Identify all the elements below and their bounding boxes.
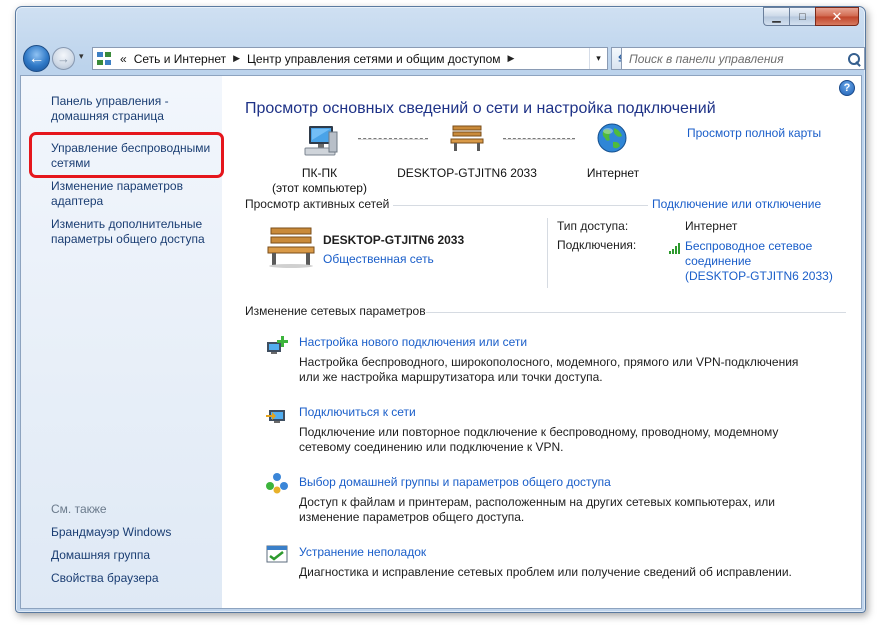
help-icon[interactable]: ? — [839, 80, 855, 96]
search-box[interactable] — [621, 47, 865, 70]
breadcrumb-separator-icon[interactable]: ▶ — [233, 53, 240, 64]
active-networks-title: Просмотр активных сетей — [245, 197, 390, 211]
forward-button[interactable]: → — [52, 47, 75, 70]
task-connect-network-desc-1: Подключение или повторное подключение к … — [299, 425, 779, 439]
task-new-connection-desc-2: или же настройка маршрутизатора или точк… — [299, 370, 603, 384]
task-troubleshoot-desc-1: Диагностика и исправление сетевых пробле… — [299, 565, 792, 579]
annotation-highlight — [29, 132, 224, 178]
task-troubleshoot-link[interactable]: Устранение неполадок — [299, 545, 426, 559]
active-network-bench-icon[interactable] — [265, 226, 315, 268]
close-button[interactable]: ✕ — [815, 7, 859, 26]
recent-pages-dropdown[interactable]: ▾ — [79, 51, 84, 62]
navigation-bar: ← → ▾ « Сеть и Интернет ▶ Центр управлен… — [21, 45, 865, 75]
sidebar-item-adapter-settings[interactable]: Изменение параметров адаптера — [51, 179, 221, 209]
connection-line-2[interactable]: соединение — [685, 254, 833, 269]
full-map-link[interactable]: Просмотр полной карты — [687, 126, 821, 140]
troubleshoot-icon — [266, 545, 288, 563]
search-input[interactable] — [622, 51, 844, 66]
section-divider — [426, 312, 846, 313]
active-network-name: DESKTOP-GTJITN6 2033 — [323, 233, 465, 247]
wifi-signal-icon — [669, 243, 680, 254]
window-controls: ▁ □ ✕ — [763, 7, 859, 26]
control-panel-icon — [96, 51, 114, 67]
change-settings-title: Изменение сетевых параметров — [245, 304, 426, 318]
computer-sub-label: (этот компьютер) — [272, 181, 367, 195]
maximize-button[interactable]: □ — [789, 7, 815, 26]
breadcrumb-separator-icon[interactable]: ▶ — [508, 53, 515, 64]
sidebar-item-sharing-settings[interactable]: Изменить дополнительные параметры общего… — [51, 217, 221, 247]
map-connector — [358, 138, 428, 140]
breadcrumb-overflow[interactable]: « — [120, 52, 127, 66]
task-homegroup-link[interactable]: Выбор домашней группы и параметров общег… — [299, 475, 611, 489]
computer-icon[interactable] — [303, 124, 341, 158]
connection-line-1[interactable]: Беспроводное сетевое — [685, 239, 833, 254]
connection-line-3[interactable]: (DESKTOP-GTJITN6 2033) — [685, 269, 833, 284]
see-also-homegroup[interactable]: Домашняя группа — [51, 548, 221, 563]
map-connector — [503, 138, 575, 140]
network-bench-icon[interactable] — [449, 124, 485, 152]
network-type-link[interactable]: Общественная сеть — [323, 252, 434, 266]
sidebar-home-link[interactable]: Панель управления - домашняя страница — [51, 94, 221, 124]
address-bar[interactable]: « Сеть и Интернет ▶ Центр управления сет… — [92, 47, 608, 70]
minimize-button[interactable]: ▁ — [763, 7, 789, 26]
breadcrumb-item-network-center[interactable]: Центр управления сетями и общим доступом — [247, 52, 501, 66]
see-also-firewall[interactable]: Брандмауэр Windows — [51, 525, 221, 540]
connect-disconnect-link[interactable]: Подключение или отключение — [652, 197, 821, 211]
search-icon[interactable] — [844, 49, 864, 69]
task-homegroup-desc-1: Доступ к файлам и принтерам, расположенн… — [299, 495, 775, 509]
internet-globe-icon[interactable] — [596, 122, 628, 154]
connections-label: Подключения: — [557, 238, 637, 252]
computer-name-label: ПК-ПК — [301, 166, 338, 180]
new-connection-icon — [267, 336, 288, 354]
back-button[interactable]: ← — [23, 45, 50, 72]
see-also-browser-properties[interactable]: Свойства браузера — [51, 571, 221, 586]
address-dropdown-icon[interactable]: ▾ — [589, 48, 607, 69]
connect-network-icon — [266, 410, 285, 423]
internet-label: Интернет — [586, 166, 640, 180]
network-name-label: DESKTOP-GTJITN6 2033 — [397, 166, 537, 180]
section-divider — [393, 205, 648, 206]
content-area: Панель управления - домашняя страница Уп… — [20, 75, 862, 609]
vertical-divider — [547, 218, 548, 288]
access-type-label: Тип доступа: — [557, 219, 629, 233]
task-new-connection-link[interactable]: Настройка нового подключения или сети — [299, 335, 527, 349]
breadcrumb: « Сеть и Интернет ▶ Центр управления сет… — [120, 52, 521, 66]
task-homegroup-desc-2: изменение параметров общего доступа. — [299, 510, 525, 524]
wireless-connection-link[interactable]: Беспроводное сетевое соединение (DESKTOP… — [685, 239, 833, 284]
control-panel-window: ▁ □ ✕ ← → ▾ « Сеть и Интернет ▶ Центр уп… — [15, 6, 866, 613]
access-type-value: Интернет — [685, 219, 738, 233]
task-connect-network-desc-2: сетевому соединению или подключение к VP… — [299, 440, 564, 454]
task-new-connection-desc-1: Настройка беспроводного, широкополосного… — [299, 355, 799, 369]
breadcrumb-item-network-internet[interactable]: Сеть и Интернет — [134, 52, 226, 66]
see-also-label: См. также — [51, 502, 107, 516]
task-connect-network-link[interactable]: Подключиться к сети — [299, 405, 416, 419]
page-title: Просмотр основных сведений о сети и наст… — [245, 100, 716, 117]
homegroup-icon — [266, 473, 288, 494]
